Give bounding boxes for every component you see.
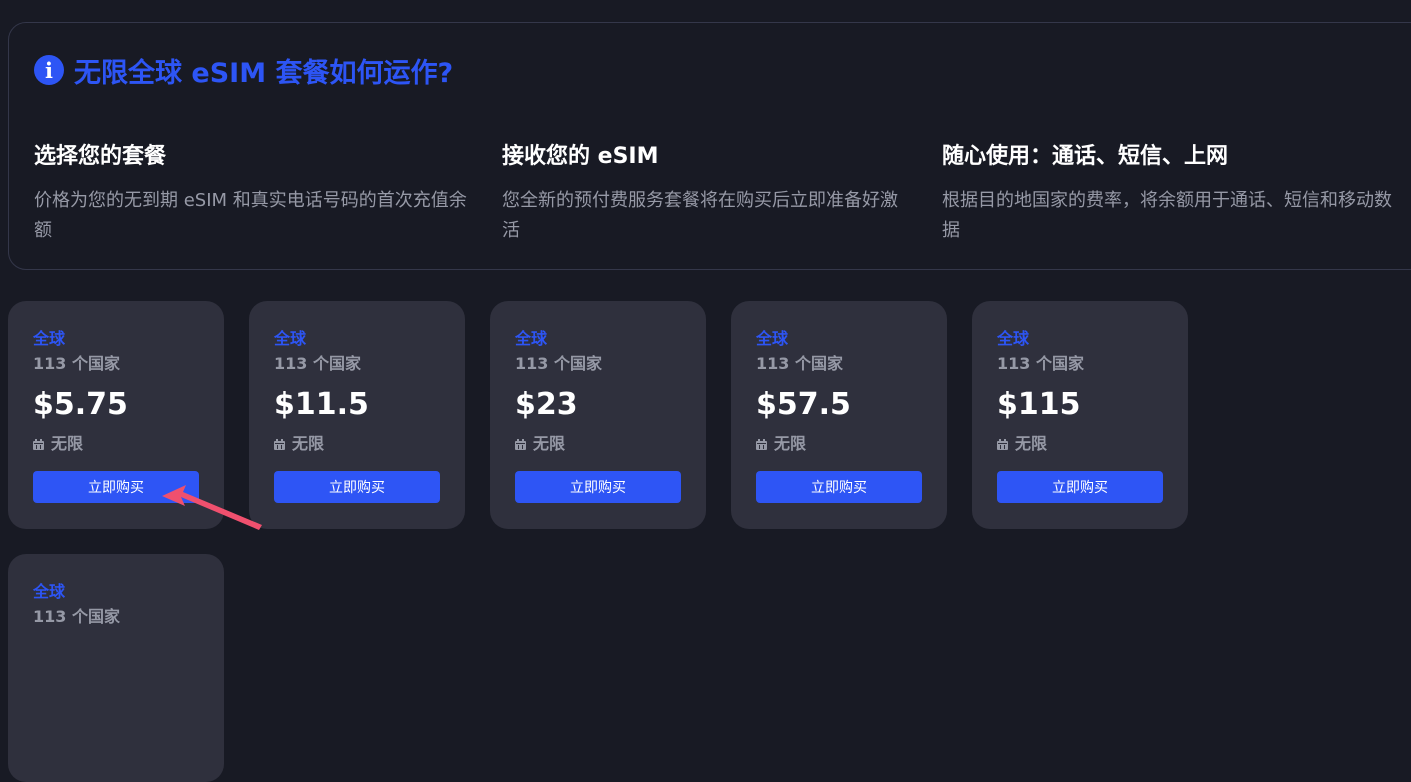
buy-now-button[interactable]: 立即购买 xyxy=(33,471,199,503)
step-description: 根据目的地国家的费率，将余额用于通话、短信和移动数据 xyxy=(942,190,1392,241)
step-choose-plan: 选择您的套餐 价格为您的无到期 eSIM 和真实电话号码的首次充值余额 xyxy=(34,140,474,246)
buy-now-button[interactable]: 立即购买 xyxy=(274,471,440,503)
buy-now-button[interactable]: 立即购买 xyxy=(756,471,922,503)
plan-region: 全球 xyxy=(33,329,66,348)
plan-price: $115 xyxy=(997,387,1081,422)
plan-validity: 无限 xyxy=(515,434,565,454)
plan-region: 全球 xyxy=(756,329,789,348)
plan-validity-label: 无限 xyxy=(533,434,566,453)
step-description: 价格为您的无到期 eSIM 和真实电话号码的首次充值余额 xyxy=(34,190,467,241)
plan-price: $11.5 xyxy=(274,387,369,422)
plan-region: 全球 xyxy=(515,329,548,348)
calendar-icon xyxy=(33,438,44,450)
plan-validity: 无限 xyxy=(33,434,83,454)
step-receive-esim: 接收您的 eSIM 您全新的预付费服务套餐将在购买后立即准备好激活 xyxy=(502,140,912,246)
plan-validity-label: 无限 xyxy=(51,434,84,453)
plan-card: 全球 113 个国家 $115 无限 立即购买 xyxy=(972,301,1188,529)
step-use-freely: 随心使用：通话、短信、上网 根据目的地国家的费率，将余额用于通话、短信和移动数据 xyxy=(942,140,1392,246)
plan-validity: 无限 xyxy=(997,434,1047,454)
calendar-icon xyxy=(274,438,285,450)
plan-country-count: 113 个国家 xyxy=(515,354,602,373)
buy-now-button[interactable]: 立即购买 xyxy=(997,471,1163,503)
step-heading: 接收您的 eSIM xyxy=(502,144,659,169)
step-heading: 随心使用：通话、短信、上网 xyxy=(942,144,1229,169)
plan-validity: 无限 xyxy=(756,434,806,454)
plan-country-count: 113 个国家 xyxy=(274,354,361,373)
plan-card: 全球 113 个国家 $23 无限 立即购买 xyxy=(490,301,706,529)
plan-country-count: 113 个国家 xyxy=(756,354,843,373)
buy-now-button[interactable]: 立即购买 xyxy=(515,471,681,503)
plan-country-count: 113 个国家 xyxy=(33,607,120,626)
plan-validity-label: 无限 xyxy=(292,434,325,453)
plan-validity: 无限 xyxy=(274,434,324,454)
plan-region: 全球 xyxy=(997,329,1030,348)
calendar-icon xyxy=(756,438,767,450)
step-heading: 选择您的套餐 xyxy=(34,144,167,169)
plan-price: $5.75 xyxy=(33,387,128,422)
how-it-works-title-text: 无限全球 eSIM 套餐如何运作? xyxy=(74,57,454,89)
plan-card: 全球 113 个国家 xyxy=(8,554,224,782)
how-it-works-title: i 无限全球 eSIM 套餐如何运作? xyxy=(34,52,454,89)
plan-card: 全球 113 个国家 $11.5 无限 立即购买 xyxy=(249,301,465,529)
plan-validity-label: 无限 xyxy=(774,434,807,453)
plan-region: 全球 xyxy=(33,582,66,601)
plan-price: $57.5 xyxy=(756,387,851,422)
calendar-icon xyxy=(515,438,526,450)
step-description: 您全新的预付费服务套餐将在购买后立即准备好激活 xyxy=(502,190,898,241)
plan-country-count: 113 个国家 xyxy=(33,354,120,373)
calendar-icon xyxy=(997,438,1008,450)
plan-validity-label: 无限 xyxy=(1015,434,1048,453)
plan-region: 全球 xyxy=(274,329,307,348)
plan-price: $23 xyxy=(515,387,578,422)
plan-card: 全球 113 个国家 $5.75 无限 立即购买 xyxy=(8,301,224,529)
info-icon: i xyxy=(34,55,64,85)
plan-country-count: 113 个国家 xyxy=(997,354,1084,373)
plan-card: 全球 113 个国家 $57.5 无限 立即购买 xyxy=(731,301,947,529)
